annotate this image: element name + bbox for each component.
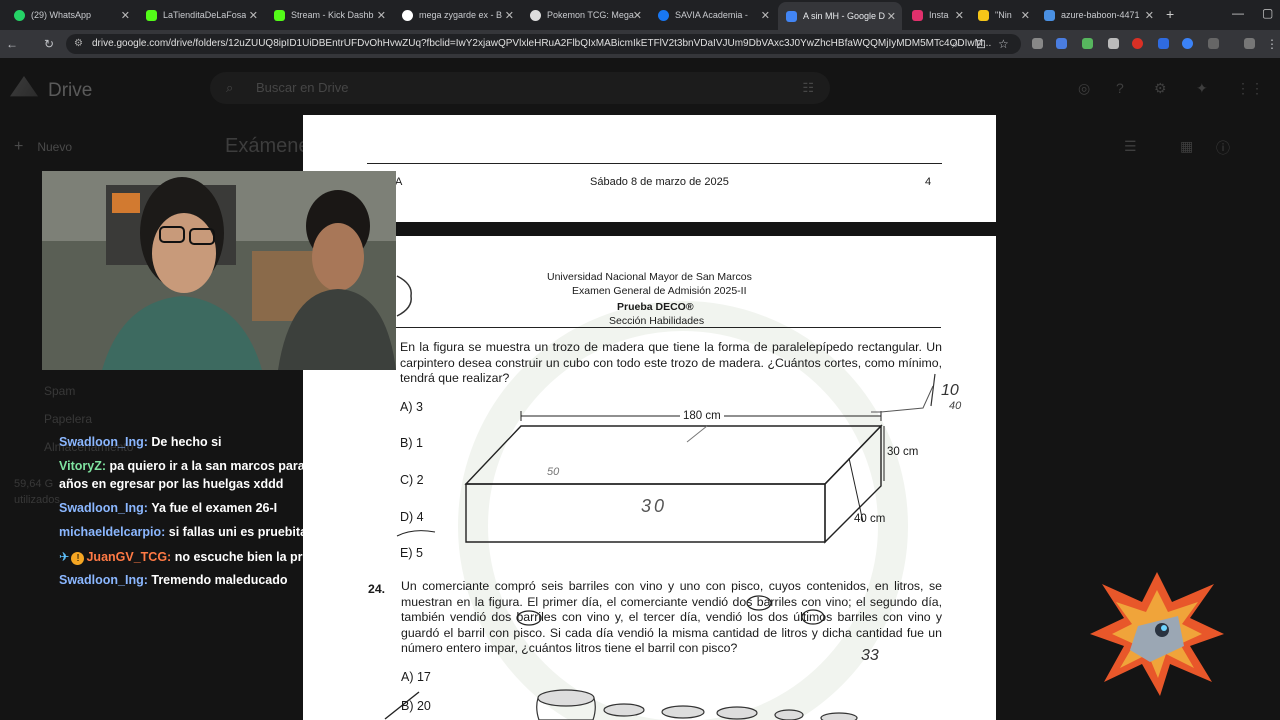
q24-option-b: B) 20 bbox=[401, 699, 431, 713]
minimize-button[interactable]: — bbox=[1232, 6, 1244, 20]
gemini-icon[interactable]: ✦ bbox=[1196, 80, 1208, 97]
close-icon[interactable]: ✕ bbox=[249, 9, 258, 22]
google-icon bbox=[402, 9, 413, 21]
chat-message: michaeldelcarpio: si fallas uni es prueb… bbox=[59, 525, 351, 539]
close-icon[interactable]: ✕ bbox=[955, 9, 964, 22]
page-footer-left: A bbox=[395, 176, 403, 188]
drive-logo-icon bbox=[10, 76, 38, 97]
tab-kick-2[interactable]: Stream - Kick Dashb ✕ bbox=[266, 4, 392, 26]
bookmark-star-icon[interactable]: ☆ bbox=[998, 37, 1009, 51]
webcam-feed bbox=[42, 171, 396, 370]
close-icon[interactable]: ✕ bbox=[505, 9, 514, 22]
webcam-overlay bbox=[42, 171, 396, 370]
tab-azure[interactable]: azure-baboon-4471 ✕ bbox=[1036, 4, 1160, 26]
extension-icon[interactable] bbox=[1032, 38, 1043, 49]
pdf-page-top: A Sábado 8 de marzo de 2025 4 bbox=[303, 115, 996, 222]
back-icon[interactable]: ← bbox=[6, 37, 18, 51]
close-icon[interactable]: ✕ bbox=[1021, 9, 1030, 22]
mascot-icon bbox=[1090, 572, 1224, 696]
badge-icon: ! bbox=[71, 552, 85, 565]
puzzle-icon[interactable] bbox=[1208, 38, 1219, 49]
tab-kick-1[interactable]: LaTienditaDeLaFosa ✕ bbox=[138, 4, 264, 26]
storage-used-label: utilizados bbox=[14, 494, 60, 506]
url-input[interactable]: ⚙ drive.google.com/drive/folders/12uZUUQ… bbox=[66, 34, 1021, 54]
help-icon[interactable]: ? bbox=[1116, 80, 1124, 96]
facebook-icon bbox=[658, 9, 669, 21]
drive-logo-text: Drive bbox=[48, 80, 93, 101]
tab-facebook[interactable]: SAVIA Academia - ✕ bbox=[650, 4, 776, 26]
close-icon[interactable]: ✕ bbox=[761, 9, 770, 22]
status-icon[interactable]: ◎ bbox=[1078, 80, 1090, 97]
info-icon[interactable]: ⓘ bbox=[1216, 138, 1230, 158]
menu-icon[interactable]: ⋮ bbox=[1266, 37, 1278, 51]
chat-message-continued: años en egresar por las huelgas xddd bbox=[59, 477, 284, 491]
close-icon[interactable]: ✕ bbox=[1145, 9, 1154, 22]
plus-icon: + bbox=[14, 138, 24, 155]
handwritten-note: 33 bbox=[861, 647, 879, 664]
chat-message: Swadloon_Ing: De hecho si bbox=[59, 435, 222, 449]
tab-drive-active[interactable]: A sin MH - Google D ✕ bbox=[778, 2, 902, 30]
tab-pokemon[interactable]: Pokemon TCG: Mega ✕ bbox=[522, 4, 648, 26]
close-icon[interactable]: ✕ bbox=[121, 9, 130, 22]
page-rule bbox=[367, 163, 942, 164]
page-footer-date: Sábado 8 de marzo de 2025 bbox=[590, 176, 729, 188]
sidebar-item-trash[interactable]: Papelera bbox=[44, 412, 92, 426]
tab-ninja[interactable]: "Nin ✕ bbox=[970, 4, 1036, 26]
q24-option-a: A) 17 bbox=[401, 670, 431, 684]
tab-google-search[interactable]: mega zygarde ex - B ✕ bbox=[394, 4, 520, 26]
extension-icon[interactable] bbox=[1158, 38, 1169, 49]
search-icon: ⌕ bbox=[226, 80, 234, 95]
translate-icon[interactable] bbox=[1056, 38, 1067, 49]
chat-message: ✈! JuanGV_TCG: no escuche bien la pregunt… bbox=[59, 550, 344, 565]
record-icon[interactable] bbox=[1132, 38, 1143, 49]
instagram-icon bbox=[912, 9, 923, 21]
globe-icon bbox=[530, 9, 541, 21]
chat-message: VitoryZ: pa quiero ir a la san marcos pa… bbox=[59, 459, 376, 473]
apps-grid-icon[interactable]: ⋮⋮ bbox=[1236, 80, 1264, 97]
drive-icon bbox=[786, 10, 797, 22]
close-icon[interactable]: ✕ bbox=[633, 9, 642, 22]
kick-icon bbox=[146, 9, 157, 21]
whatsapp-icon bbox=[14, 9, 25, 21]
zoom-icon[interactable]: ⌕ bbox=[952, 37, 959, 52]
tab-whatsapp[interactable]: (29) WhatsApp ✕ bbox=[6, 4, 136, 26]
star-icon bbox=[978, 9, 989, 21]
badge-icon: ✈ bbox=[59, 550, 70, 564]
close-icon[interactable]: ✕ bbox=[377, 9, 386, 22]
close-icon[interactable]: ✕ bbox=[887, 10, 896, 23]
storage-used: 59,64 G bbox=[14, 478, 54, 490]
page-number: 4 bbox=[925, 176, 932, 188]
sidebar-item-spam[interactable]: Spam bbox=[44, 384, 75, 398]
settings-icon[interactable]: ⚙ bbox=[1154, 80, 1167, 97]
restore-button[interactable]: ▢ bbox=[1262, 6, 1273, 20]
grid-view-icon[interactable]: ▦ bbox=[1180, 138, 1193, 155]
address-bar-row: ← ↻ ⚙ drive.google.com/drive/folders/12u… bbox=[0, 30, 1280, 58]
list-view-icon[interactable]: ☰ bbox=[1124, 138, 1137, 155]
kick-icon bbox=[274, 9, 285, 21]
browser-tab-bar: (29) WhatsApp ✕ LaTienditaDeLaFosa ✕ Strea… bbox=[0, 0, 1280, 30]
chat-message: Swadloon_Ing: Tremendo maleducado bbox=[59, 573, 288, 587]
answer-circles bbox=[384, 595, 858, 720]
profile-icon[interactable] bbox=[1244, 38, 1255, 49]
new-button[interactable]: + Nuevo bbox=[14, 138, 72, 156]
site-info-icon[interactable]: ⚙ bbox=[74, 34, 83, 54]
drive-search-input[interactable]: ⌕ Buscar en Drive ☷ bbox=[210, 72, 830, 104]
tab-instagram[interactable]: Insta ✕ bbox=[904, 4, 970, 26]
extension-icon[interactable] bbox=[1108, 38, 1119, 49]
reload-icon[interactable]: ↻ bbox=[44, 37, 54, 51]
filter-icon[interactable]: ☷ bbox=[802, 72, 814, 104]
extension-icon[interactable] bbox=[1182, 38, 1193, 49]
pdf-page-main: Universidad Nacional Mayor de San Marcos… bbox=[303, 236, 996, 720]
chat-message: Swadloon_Ing: Ya fue el examen 26-I bbox=[59, 501, 278, 515]
new-tab-button[interactable]: + bbox=[1166, 6, 1174, 22]
extension-shield-icon[interactable] bbox=[1082, 38, 1093, 49]
page-icon bbox=[1044, 9, 1055, 21]
cast-icon[interactable]: ⊡ bbox=[976, 37, 986, 51]
